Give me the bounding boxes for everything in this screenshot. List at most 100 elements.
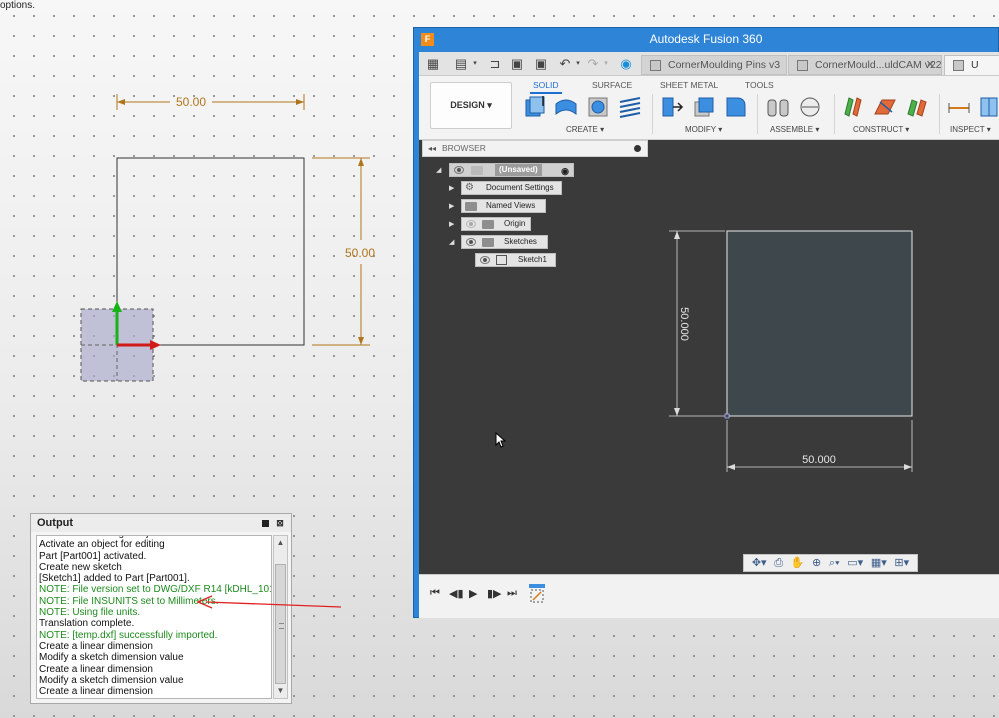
extrude-icon[interactable] (553, 94, 579, 120)
tab-unsaved[interactable]: U (944, 55, 999, 75)
tab-close-icon[interactable]: ✕ (926, 56, 935, 74)
y-axis-arrow (112, 301, 122, 312)
close-icon[interactable]: ⊠ (275, 518, 285, 528)
cube-icon (797, 60, 808, 71)
workspace-label: DESIGN (450, 100, 485, 110)
look-at-icon[interactable]: ⎙ (774, 555, 783, 571)
fusion-window[interactable]: F Autodesk Fusion 360 ▦ ▤ ▾ ⊐ ▣ ▣ ↶ ▾ ↷ … (413, 27, 999, 618)
sketch-profile (726, 230, 913, 417)
scroll-down-icon[interactable]: ▼ (274, 684, 287, 698)
save-icon[interactable]: ▣ (509, 56, 525, 72)
output-log-line: NOTE: File INSUNITS set to Millimeters. (39, 595, 219, 607)
output-log-line: Create new sketch (39, 561, 122, 573)
height-dim-arrow-top (358, 158, 364, 166)
width-dim-arrow-left (117, 99, 125, 105)
fillet-icon[interactable] (691, 94, 717, 120)
document-tab-bar: ▦ ▤ ▾ ⊐ ▣ ▣ ↶ ▾ ↷ ▾ ◉ CornerMoulding Pin… (419, 52, 999, 76)
pan-hand-icon[interactable]: ✋ (791, 555, 805, 571)
output-log-line: Modify a sketch dimension value (39, 652, 184, 664)
joint-icon[interactable] (765, 94, 791, 120)
viewports-icon[interactable]: ⊞▾ (894, 555, 909, 571)
zoom-icon[interactable]: ⊕ (812, 555, 821, 571)
midplane-icon[interactable] (904, 94, 930, 120)
fusion-canvas[interactable]: ◂◂ BROWSER ◢ (Unsaved) ◉ ▶ ⚙ Document Se… (419, 140, 999, 574)
cube-icon (650, 60, 661, 71)
scroll-up-icon[interactable]: ▲ (274, 536, 287, 550)
output-log-line: Part [Part001] activated. (39, 550, 147, 562)
tab-sheet-metal[interactable]: SHEET METAL (660, 80, 718, 90)
viewport-sketch[interactable]: 50.000 50.000 (419, 140, 999, 574)
output-panel[interactable]: Output ⊠ Activate a new target object.Ac… (30, 513, 292, 704)
ribbon-toolbar: DESIGN ▾ SOLID SURFACE SHEET METAL TOOLS… (419, 76, 999, 140)
navigation-bar: ✥▾ ⎙ ✋ ⊕ ⌕▾ ▭▾ ▦▾ ⊞▾ (743, 554, 918, 572)
app-grid-icon[interactable]: ▦ (425, 56, 441, 72)
revolve-icon[interactable] (585, 94, 611, 120)
output-log-line: Activate an object for editing (39, 539, 165, 551)
group-construct[interactable]: CONSTRUCT ▾ (853, 125, 909, 134)
output-log-line: NOTE: [temp.dxf] successfully imported. (39, 629, 218, 641)
vertical-dimension-label[interactable]: 50.000 (678, 307, 690, 341)
horizontal-dimension-label[interactable]: 50.000 (802, 454, 836, 466)
tab-cornermoulding-cam[interactable]: CornerMould...uldCAM v22* ✕ (788, 55, 942, 75)
height-dimension-label[interactable]: 50.00 (345, 246, 375, 260)
output-log-line: Translation complete. (39, 618, 135, 630)
output-lines: Activate a new target object.Activate an… (39, 536, 272, 698)
x-axis-arrow (150, 340, 161, 350)
sweep-icon[interactable] (617, 94, 643, 120)
output-log-line: Create a linear dimension (39, 640, 153, 652)
offset-plane-icon[interactable] (840, 94, 866, 120)
redo-dropdown-icon[interactable]: ▾ (598, 56, 614, 72)
save-as-icon[interactable]: ▣ (533, 56, 549, 72)
go-to-end-icon[interactable]: ⏭ (507, 587, 517, 600)
group-create[interactable]: CREATE ▾ (566, 125, 604, 134)
file-dropdown-icon[interactable]: ▾ (467, 56, 483, 72)
tab-cornermoulding-pins[interactable]: CornerMoulding Pins v3 (641, 55, 787, 75)
width-dimension-label[interactable]: 50.00 (176, 95, 206, 109)
pin-icon[interactable] (262, 519, 269, 527)
timeline-bar: ⏮ ◀▮ ▶ ▮▶ ⏭ (419, 574, 999, 618)
group-inspect[interactable]: INSPECT ▾ (950, 125, 991, 134)
output-log-line: NOTE: File version set to DWG/DXF R14 [k… (39, 584, 272, 596)
tab-label: U (971, 59, 979, 71)
grid-settings-icon[interactable]: ▦▾ (871, 555, 887, 571)
section-analysis-icon[interactable] (975, 94, 999, 120)
step-forward-icon[interactable]: ▮▶ (487, 587, 502, 600)
mouse-cursor-icon (495, 432, 507, 448)
chamfer-icon[interactable] (723, 94, 749, 120)
output-log-line: Create a linear dimension (39, 686, 153, 698)
go-to-start-icon[interactable]: ⏮ (430, 587, 440, 600)
fusion-logo-icon: F (421, 33, 434, 46)
new-sketch-icon[interactable] (522, 94, 548, 120)
scroll-thumb[interactable] (275, 564, 286, 684)
output-log-line: Modify a sketch dimension value (39, 674, 184, 686)
group-modify[interactable]: MODIFY ▾ (685, 125, 722, 134)
output-log-line: Create a linear dimension (39, 663, 153, 675)
timeline-sketch-feature-icon[interactable] (527, 582, 547, 608)
zoom-window-icon[interactable]: ⌕▾ (829, 555, 840, 571)
press-pull-icon[interactable] (659, 94, 685, 120)
tab-label: CornerMoulding Pins v3 (668, 59, 781, 71)
orbit-icon[interactable]: ✥▾ (752, 555, 767, 571)
undo-dropdown-icon[interactable]: ▾ (570, 56, 586, 72)
as-built-joint-icon[interactable] (797, 94, 823, 120)
window-title: Autodesk Fusion 360 (649, 32, 763, 46)
cube-icon (953, 60, 964, 71)
tab-tools[interactable]: TOOLS (745, 80, 774, 90)
output-log[interactable]: Activate a new target object.Activate an… (36, 535, 272, 699)
left-sketch-canvas[interactable]: 50.00 50.00 (0, 0, 410, 500)
fusion-titlebar[interactable]: F Autodesk Fusion 360 (414, 28, 998, 51)
tab-surface[interactable]: SURFACE (592, 80, 632, 90)
output-header: Output ⊠ (31, 514, 291, 532)
width-dim-arrow-right (296, 99, 304, 105)
plane-at-angle-icon[interactable] (872, 94, 898, 120)
step-back-icon[interactable]: ◀▮ (449, 587, 464, 600)
workspace-switcher-button[interactable]: DESIGN ▾ (430, 82, 512, 129)
group-assemble[interactable]: ASSEMBLE ▾ (770, 125, 819, 134)
data-panel-icon[interactable]: ◉ (618, 56, 634, 72)
output-scrollbar[interactable]: ▲ ▼ (273, 535, 288, 699)
display-settings-icon[interactable]: ▭▾ (847, 555, 863, 571)
tab-solid[interactable]: SOLID (530, 80, 562, 94)
open-icon[interactable]: ⊐ (487, 56, 503, 72)
play-icon[interactable]: ▶ (469, 587, 477, 600)
measure-icon[interactable] (946, 94, 972, 120)
